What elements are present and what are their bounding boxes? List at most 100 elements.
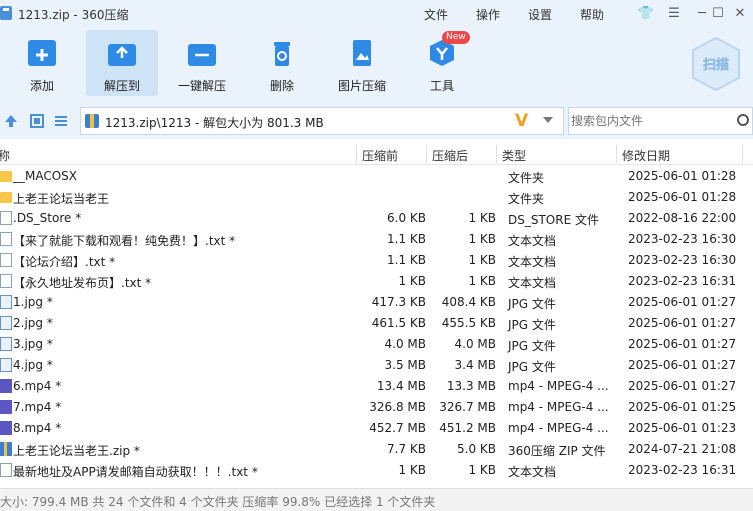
modified-date: 2023-02-23 16:30 — [628, 232, 737, 246]
delete-label: 删除 — [269, 79, 294, 93]
v-logo-icon[interactable]: V — [515, 111, 528, 131]
table-row[interactable]: .DS_Store * 6.0 KB 1 KB DS_STORE 文件 2022-08-… — [0, 208, 753, 229]
file-type: DS_STORE 文件 — [508, 213, 599, 227]
compressed-size: 1.1 KB — [387, 232, 426, 246]
file-name: 6.mp4 * — [13, 379, 62, 393]
column-separator[interactable] — [616, 145, 617, 163]
file-type: 360压缩 ZIP 文件 — [508, 444, 606, 458]
scan-label: 扫描 — [703, 57, 729, 73]
column-separator[interactable] — [356, 145, 357, 163]
file-type: 文本文档 — [508, 276, 557, 290]
uncompressed-size: 1 KB — [468, 274, 496, 288]
video-file-icon — [0, 379, 12, 393]
modified-date: 2023-02-23 16:30 — [628, 253, 737, 267]
table-row[interactable]: 7.mp4 * 326.8 MB 326.7 MB mp4 - MPEG-4 ... 2… — [0, 397, 753, 418]
column-modified[interactable]: 修改日期 — [622, 147, 670, 164]
table-row[interactable]: 上老王论坛当老王 文件夹 2025-06-01 01:28 — [0, 187, 753, 208]
uncompressed-size: 13.3 MB — [446, 379, 496, 393]
chevron-down-icon[interactable] — [543, 117, 553, 123]
search-icon[interactable] — [737, 114, 749, 126]
column-name[interactable]: 名称 — [0, 147, 10, 164]
address-bar[interactable]: 1213.zip\1213 - 解包大小为 801.3 MB V — [80, 107, 564, 135]
modified-date: 2025-06-01 01:28 — [628, 190, 737, 204]
file-type: 文件夹 — [508, 171, 545, 185]
one-click-extract-icon — [188, 40, 216, 66]
file-name: 上老王论坛当老王 — [13, 192, 110, 206]
table-row[interactable]: 【永久地址发布页】.txt * 1 KB 1 KB 文本文档 2023-02-23 16… — [0, 271, 753, 292]
uncompressed-size: 4.0 MB — [454, 337, 496, 351]
table-row[interactable]: 8.mp4 * 452.7 MB 451.2 MB mp4 - MPEG-4 ... 2… — [0, 418, 753, 439]
image-compress-button[interactable]: 图片压缩 — [326, 30, 398, 96]
search-box[interactable] — [568, 107, 753, 135]
uncompressed-size: 408.4 KB — [441, 295, 496, 309]
table-row[interactable]: 6.mp4 * 13.4 MB 13.3 MB mp4 - MPEG-4 ... 202… — [0, 376, 753, 397]
file-type: JPG 文件 — [508, 360, 556, 374]
file-name: 【论坛介绍】.txt * — [13, 255, 116, 269]
menu-icon[interactable]: ☰ — [664, 4, 684, 24]
file-name: 【来了就能下载和观看！纯免费！】.txt * — [13, 234, 236, 248]
folder-icon — [0, 192, 12, 203]
tools-label: 工具 — [429, 79, 454, 93]
compressed-size: 1.1 KB — [387, 253, 426, 267]
uncompressed-size: 326.7 MB — [439, 400, 496, 414]
uncompressed-size: 1 KB — [468, 463, 496, 477]
column-compressed[interactable]: 压缩前 — [362, 147, 398, 164]
column-separator[interactable] — [426, 145, 427, 163]
skin-icon[interactable]: 👕 — [636, 4, 656, 24]
modified-date: 2023-02-23 16:31 — [628, 463, 737, 477]
file-type: mp4 - MPEG-4 ... — [508, 379, 609, 393]
maximize-button[interactable]: ☐ — [708, 4, 728, 24]
add-icon — [28, 40, 56, 66]
list-view-icon[interactable] — [54, 114, 68, 128]
table-row[interactable]: 【来了就能下载和观看！纯免费！】.txt * 1.1 KB 1 KB 文本文档 2023… — [0, 229, 753, 250]
modified-date: 2023-02-23 16:31 — [628, 274, 737, 288]
document-icon — [0, 274, 12, 288]
table-row[interactable]: __MACOSX 文件夹 2025-06-01 01:28 — [0, 166, 753, 187]
document-icon — [0, 211, 12, 225]
compressed-size: 7.7 KB — [387, 442, 426, 456]
file-type: JPG 文件 — [508, 339, 556, 353]
document-icon — [0, 463, 12, 477]
extract-to-button[interactable]: 解压到 — [86, 30, 158, 96]
delete-button[interactable]: 删除 — [246, 30, 318, 96]
add-label: 添加 — [29, 79, 54, 93]
scan-button[interactable]: 扫描 — [690, 36, 742, 92]
zip-file-icon — [0, 442, 12, 456]
compressed-size: 1 KB — [398, 463, 426, 477]
menu-operation[interactable]: 操作 — [476, 6, 500, 23]
modified-date: 2025-06-01 01:27 — [628, 358, 737, 372]
table-row[interactable]: 最新地址及APP请发邮箱自动获取！！！.txt * 1 KB 1 KB 文本文档 202… — [0, 460, 753, 481]
video-file-icon — [0, 400, 12, 414]
menu-settings[interactable]: 设置 — [528, 6, 552, 23]
add-button[interactable]: 添加 — [6, 30, 78, 96]
file-type: JPG 文件 — [508, 297, 556, 311]
file-name: .DS_Store * — [13, 211, 82, 225]
menu-help[interactable]: 帮助 — [580, 6, 604, 23]
menu-file[interactable]: 文件 — [424, 6, 448, 23]
close-button[interactable]: ✕ — [730, 4, 750, 24]
table-row[interactable]: 1.jpg * 417.3 KB 408.4 KB JPG 文件 2025-06-01 … — [0, 292, 753, 313]
table-row[interactable]: 2.jpg * 461.5 KB 455.5 KB JPG 文件 2025-06-01 … — [0, 313, 753, 334]
file-type: JPG 文件 — [508, 318, 556, 332]
column-uncompressed[interactable]: 压缩后 — [432, 147, 468, 164]
view-mode-icon[interactable] — [30, 114, 44, 128]
compressed-size: 6.0 KB — [387, 211, 426, 225]
top-bar: 1213.zip - 360压缩 文件 操作 设置 帮助 👕 ☰ ─ ☐ ✕ 添… — [0, 0, 753, 110]
modified-date: 2025-06-01 01:28 — [628, 169, 737, 183]
uncompressed-size: 3.4 MB — [454, 358, 496, 372]
table-row[interactable]: 3.jpg * 4.0 MB 4.0 MB JPG 文件 2025-06-01 01:2… — [0, 334, 753, 355]
column-type[interactable]: 类型 — [502, 147, 526, 164]
uncompressed-size: 1 KB — [468, 211, 496, 225]
uncompressed-size: 455.5 KB — [441, 316, 496, 330]
modified-date: 2025-06-01 01:27 — [628, 337, 737, 351]
image-file-icon — [0, 316, 12, 330]
one-click-extract-button[interactable]: 一键解压 — [166, 30, 238, 96]
table-row[interactable]: 【论坛介绍】.txt * 1.1 KB 1 KB 文本文档 2023-02-23 16:… — [0, 250, 753, 271]
compressed-size: 452.7 MB — [369, 421, 426, 435]
table-row[interactable]: 上老王论坛当老王.zip * 7.7 KB 5.0 KB 360压缩 ZIP 文件 20… — [0, 439, 753, 460]
up-arrow-icon[interactable] — [4, 114, 18, 128]
column-separator[interactable] — [742, 145, 743, 163]
table-row[interactable]: 4.jpg * 3.5 MB 3.4 MB JPG 文件 2025-06-01 01:2… — [0, 355, 753, 376]
column-separator[interactable] — [496, 145, 497, 163]
search-input[interactable] — [571, 112, 731, 130]
